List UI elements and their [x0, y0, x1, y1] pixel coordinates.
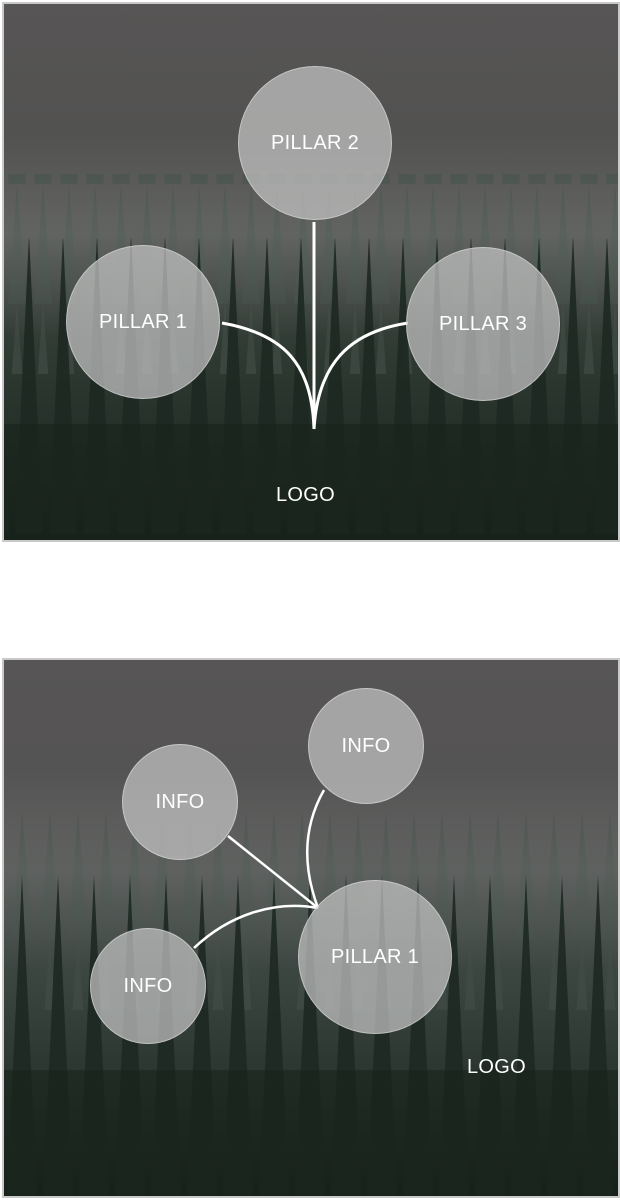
- pillar-3-label: PILLAR 3: [438, 312, 527, 335]
- logo-text: LOGO: [276, 484, 335, 506]
- pillar-2-label: PILLAR 2: [270, 131, 359, 154]
- diagram-panel-top: PILLAR 2 PILLAR 1 PILLAR 3 LOGO: [2, 2, 620, 542]
- info-label: INFO: [155, 790, 205, 813]
- pillar-1-label: PILLAR 1: [98, 310, 187, 333]
- pillar-2-node: PILLAR 2: [238, 66, 392, 220]
- info-node-top-left: INFO: [122, 744, 238, 860]
- info-label: INFO: [123, 974, 173, 997]
- logo-text: LOGO: [467, 1056, 526, 1078]
- pillar-3-node: PILLAR 3: [406, 247, 560, 401]
- info-node-bottom-left: INFO: [90, 928, 206, 1044]
- info-node-top-right: INFO: [308, 688, 424, 804]
- diagram-panel-bottom: INFO INFO INFO PILLAR 1 LOGO: [2, 658, 620, 1198]
- pillar-1-node: PILLAR 1: [298, 880, 452, 1034]
- pillar-1-node: PILLAR 1: [66, 245, 220, 399]
- info-label: INFO: [341, 734, 391, 757]
- pillar-1-label: PILLAR 1: [330, 945, 419, 968]
